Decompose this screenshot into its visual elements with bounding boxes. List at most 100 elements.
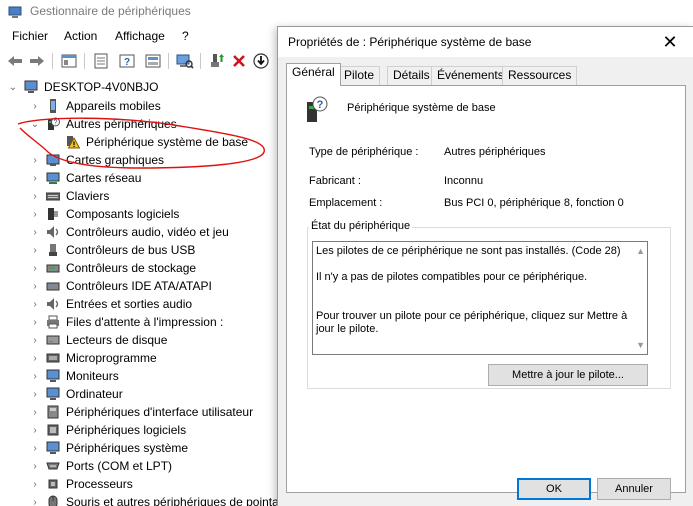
tree-item-cartes-reseau[interactable]: › Cartes réseau — [30, 169, 141, 187]
menu-affichage[interactable]: Affichage — [115, 29, 165, 43]
chevron-right-icon[interactable]: › — [30, 101, 40, 112]
tree-item-label: Périphérique système de base — [86, 135, 249, 149]
driver-icon[interactable] — [92, 52, 110, 70]
tree-item-label: Entrées et sorties audio — [66, 297, 193, 311]
tree-item-microprogramme[interactable]: › Microprogramme — [30, 349, 157, 367]
tree-item-label: Contrôleurs IDE ATA/ATAPI — [66, 279, 212, 293]
chevron-down-icon[interactable]: ⌄ — [30, 119, 40, 130]
window-title: Gestionnaire de périphériques — [30, 4, 191, 18]
tree-item-label: Microprogramme — [66, 351, 157, 365]
show-hidden-icon[interactable] — [144, 52, 162, 70]
tree-item-composants-logiciels[interactable]: › Composants logiciels — [30, 205, 179, 223]
tree-item-peripheriques-systeme[interactable]: › Périphériques système — [30, 439, 188, 457]
chevron-right-icon[interactable]: › — [30, 155, 40, 166]
chevron-right-icon[interactable]: › — [30, 389, 40, 400]
tree-item-label: Cartes graphiques — [66, 153, 165, 167]
chevron-right-icon[interactable]: › — [30, 227, 40, 238]
tree-item-controleurs-audio[interactable]: › Contrôleurs audio, vidéo et jeu — [30, 223, 228, 241]
disable-icon[interactable] — [252, 52, 270, 70]
tree-item-peripheriques-interface[interactable]: › Périphériques d'interface utilisateur — [30, 403, 253, 421]
chevron-right-icon[interactable]: › — [30, 443, 40, 454]
tree-item-label: Autres périphériques — [66, 117, 177, 131]
menu-action[interactable]: Action — [64, 29, 97, 43]
ide-controller-icon — [46, 279, 60, 293]
chevron-right-icon[interactable]: › — [30, 497, 40, 506]
tree-item-controleurs-ide[interactable]: › Contrôleurs IDE ATA/ATAPI — [30, 277, 212, 295]
tab-general[interactable]: Général — [286, 63, 341, 86]
chevron-down-icon[interactable]: ⌄ — [8, 82, 18, 93]
tree-item-entrees-sorties-audio[interactable]: › Entrées et sorties audio — [30, 295, 192, 313]
chevron-right-icon[interactable]: › — [30, 209, 40, 220]
warning-device-icon — [66, 135, 81, 149]
tab-ressources[interactable]: Ressources — [502, 66, 578, 85]
uninstall-icon[interactable] — [230, 52, 248, 70]
tree-item-label: Files d'attente à l'impression : — [66, 315, 224, 329]
tree-item-claviers[interactable]: › Claviers — [30, 187, 109, 205]
chevron-right-icon[interactable]: › — [30, 191, 40, 202]
audio-io-icon — [46, 297, 60, 311]
close-icon[interactable]: ✕ — [659, 31, 681, 53]
tree-item-label: Contrôleurs de stockage — [66, 261, 197, 275]
tree-item-ports[interactable]: › Ports (COM et LPT) — [30, 457, 172, 475]
menu-help[interactable]: ? — [182, 29, 189, 43]
ok-button[interactable]: OK — [517, 478, 591, 500]
main-titlebar: Gestionnaire de périphériques — [0, 0, 693, 24]
tree-item-lecteurs-disque[interactable]: › Lecteurs de disque — [30, 331, 167, 349]
scroll-down-icon[interactable]: ▼ — [636, 340, 645, 350]
processor-icon — [46, 477, 60, 491]
printer-icon — [46, 315, 60, 329]
device-name: Périphérique système de base — [347, 102, 496, 114]
chevron-right-icon[interactable]: › — [30, 263, 40, 274]
chevron-right-icon[interactable]: › — [30, 245, 40, 256]
chevron-right-icon[interactable]: › — [30, 281, 40, 292]
chevron-right-icon[interactable]: › — [30, 335, 40, 346]
tree-item-cartes-graphiques[interactable]: › Cartes graphiques — [30, 151, 164, 169]
chevron-right-icon[interactable]: › — [30, 425, 40, 436]
tree-item-appareils-mobiles[interactable]: › Appareils mobiles — [30, 97, 161, 115]
chevron-right-icon[interactable]: › — [30, 407, 40, 418]
tree-item-autres-peripheriques[interactable]: ⌄ ? Autres périphériques — [30, 115, 177, 133]
tab-pilote[interactable]: Pilote — [338, 66, 381, 85]
system-device-icon — [46, 441, 60, 455]
cancel-button[interactable]: Annuler — [597, 478, 671, 500]
tree-item-files-attente-impression[interactable]: › Files d'attente à l'impression : — [30, 313, 223, 331]
update-driver-icon[interactable] — [208, 52, 226, 70]
chevron-right-icon[interactable]: › — [30, 173, 40, 184]
monitor-icon — [46, 369, 60, 383]
update-driver-button[interactable]: Mettre à jour le pilote... — [488, 364, 648, 386]
usb-icon — [46, 243, 60, 257]
software-component-icon — [46, 207, 60, 221]
chevron-right-icon[interactable]: › — [30, 371, 40, 382]
scroll-up-icon[interactable]: ▲ — [636, 246, 645, 256]
tree-item-moniteurs[interactable]: › Moniteurs — [30, 367, 118, 385]
forward-arrow-icon[interactable] — [28, 52, 46, 70]
chevron-right-icon[interactable]: › — [30, 479, 40, 490]
tree-item-processeurs[interactable]: › Processeurs — [30, 475, 133, 493]
tree-item-controleurs-usb[interactable]: › Contrôleurs de bus USB — [30, 241, 195, 259]
tree-item-controleurs-stockage[interactable]: › Contrôleurs de stockage — [30, 259, 196, 277]
chevron-right-icon[interactable]: › — [30, 299, 40, 310]
chevron-right-icon[interactable]: › — [30, 353, 40, 364]
tab-details[interactable]: Détails — [387, 66, 436, 85]
dialog-title: Propriétés de : Périphérique système de … — [288, 35, 532, 49]
tree-item-souris[interactable]: › Souris et autres périphériques de poin… — [30, 493, 280, 506]
chevron-right-icon[interactable]: › — [30, 461, 40, 472]
device-tree: ⌄ DESKTOP-4V0NBJO › Appareils mobiles ⌄ … — [0, 78, 280, 506]
disk-drive-icon — [46, 333, 60, 347]
device-status-textbox[interactable]: Les pilotes de ce périphérique ne sont p… — [312, 241, 648, 355]
back-arrow-icon[interactable] — [6, 52, 24, 70]
tree-root[interactable]: ⌄ DESKTOP-4V0NBJO — [8, 78, 159, 96]
tab-evenements[interactable]: Événements — [431, 66, 510, 85]
location-label: Emplacement : — [309, 197, 383, 209]
firmware-icon — [46, 351, 60, 365]
tree-item-ordinateur[interactable]: › Ordinateur — [30, 385, 122, 403]
help-icon[interactable]: ? — [118, 52, 136, 70]
properties-icon[interactable] — [60, 52, 78, 70]
tree-item-peripherique-systeme-de-base[interactable]: Périphérique système de base — [66, 133, 248, 151]
tree-item-label: Processeurs — [66, 477, 133, 491]
location-value: Bus PCI 0, périphérique 8, fonction 0 — [444, 197, 624, 209]
tree-item-peripheriques-logiciels[interactable]: › Périphériques logiciels — [30, 421, 186, 439]
scan-hardware-icon[interactable] — [176, 52, 194, 70]
chevron-right-icon[interactable]: › — [30, 317, 40, 328]
menu-fichier[interactable]: Fichier — [12, 29, 48, 43]
